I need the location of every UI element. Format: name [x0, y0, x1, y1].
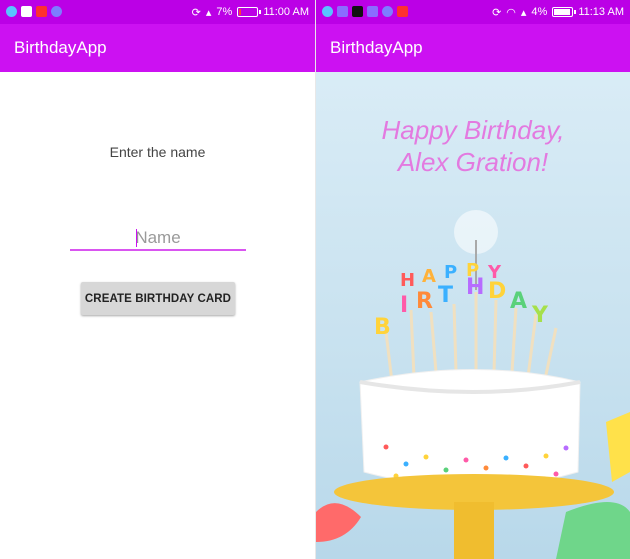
text-cursor	[136, 229, 137, 247]
app-title: BirthdayApp	[14, 38, 107, 57]
status-bar: ⟳ ◠ ▴ 4% 11:13 AM	[316, 0, 630, 24]
status-bar: ⟳ ▴ 7% 11:00 AM	[0, 0, 315, 24]
name-input[interactable]	[70, 226, 246, 251]
status-time: 11:13 AM	[578, 6, 624, 18]
party-hat-decoration	[606, 412, 630, 482]
battery-percent: 4%	[531, 6, 548, 18]
topper-letter: A	[510, 289, 527, 314]
youtube-icon	[397, 6, 408, 17]
right-phone-screen: ⟳ ◠ ▴ 4% 11:13 AM BirthdayApp B I R T H …	[316, 0, 630, 559]
signal-icon: ▴	[520, 6, 527, 19]
topper-letter: I	[400, 293, 408, 318]
signal-icon: ▴	[205, 6, 212, 19]
party-hat-decoration	[556, 502, 630, 559]
status-time: 11:00 AM	[263, 6, 309, 18]
app-title: BirthdayApp	[330, 38, 423, 57]
topper-letter: B	[374, 315, 391, 340]
viber-icon	[367, 6, 378, 17]
greeting-line-1: Happy Birthday,	[381, 115, 565, 145]
battery-icon	[552, 7, 577, 17]
app-bar: BirthdayApp	[316, 24, 630, 72]
topper-letter: H	[400, 270, 415, 291]
app-notification-icon	[51, 6, 62, 17]
wifi-icon: ◠	[506, 6, 516, 19]
topper-letter: Y	[531, 303, 549, 328]
youtube-icon	[36, 6, 47, 17]
app-notification-icon	[6, 6, 17, 17]
battery-percent: 7%	[216, 6, 233, 18]
rotation-icon: ⟳	[191, 6, 201, 19]
topper-letter: R	[416, 289, 433, 314]
topper-letter: A	[422, 266, 436, 287]
tiktok-icon	[352, 6, 363, 17]
birthday-greeting: Happy Birthday, Alex Gration!	[316, 114, 630, 178]
left-phone-screen: ⟳ ▴ 7% 11:00 AM BirthdayApp Enter the na…	[0, 0, 315, 559]
create-birthday-card-button[interactable]: CREATE BIRTHDAY CARD	[81, 282, 235, 315]
app-notification-icon	[322, 6, 333, 17]
mail-icon	[21, 6, 32, 17]
battery-icon	[237, 7, 262, 17]
topper-letter: P	[466, 260, 479, 281]
birthday-topper: B I R T H D A Y H A P P Y	[374, 260, 549, 340]
app-notification-icon	[382, 6, 393, 17]
viber-icon	[337, 6, 348, 17]
cake-stand-pedestal	[454, 502, 494, 559]
topper-letter: P	[444, 262, 457, 283]
topper-letter: T	[438, 283, 453, 308]
instruction-label: Enter the name	[109, 144, 206, 160]
app-bar: BirthdayApp	[0, 24, 315, 72]
topper-letter: Y	[487, 262, 502, 283]
greeting-line-2: Alex Gration!	[397, 147, 549, 177]
rotation-icon: ⟳	[492, 6, 502, 19]
party-decoration	[316, 503, 361, 542]
